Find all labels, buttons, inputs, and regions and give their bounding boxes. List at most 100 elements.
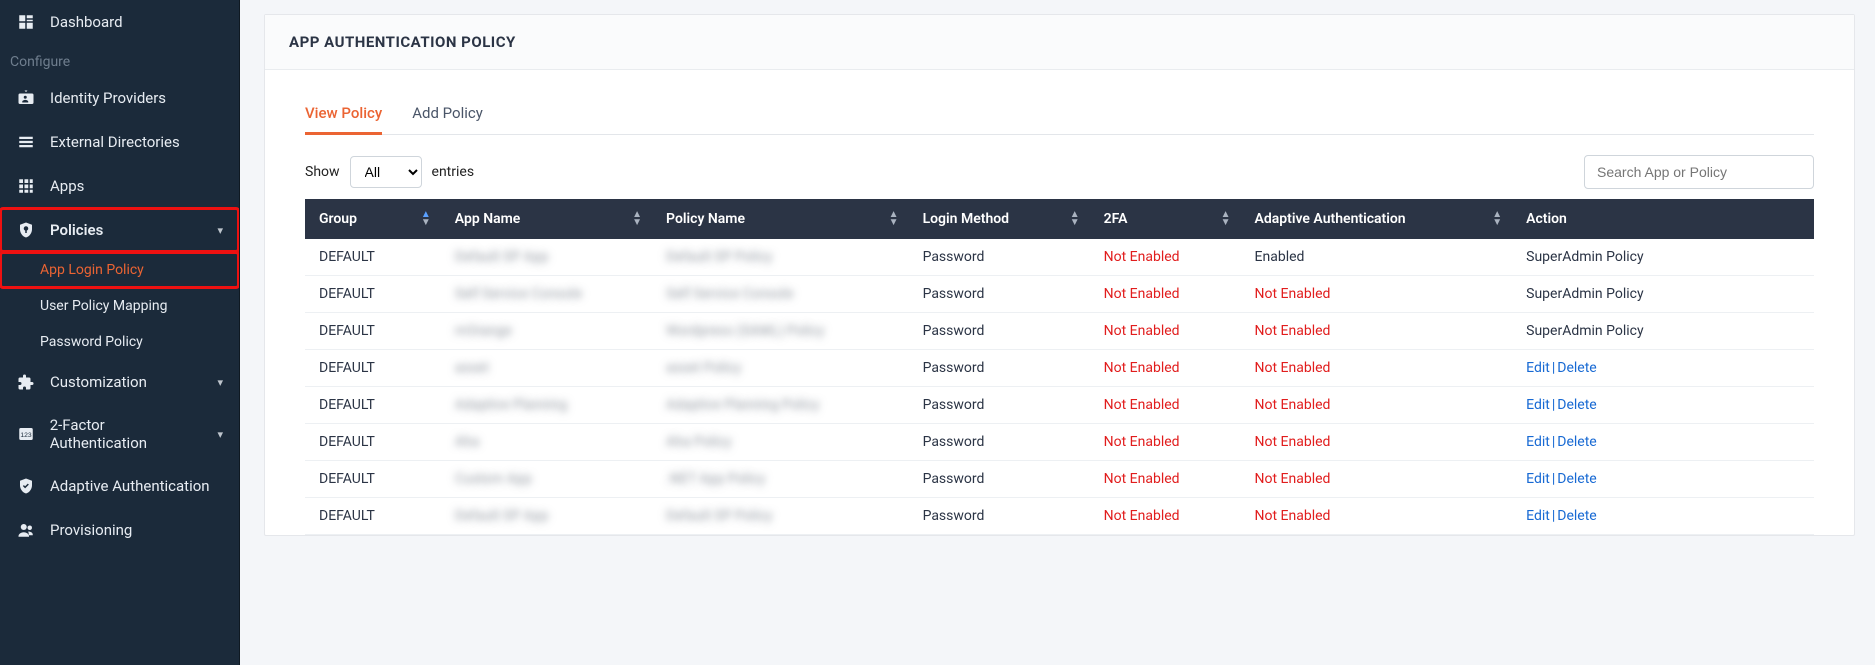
sort-icon: ▲▼ [421,211,431,227]
sidebar-item-label: Provisioning [50,521,132,539]
sidebar-item-label: Identity Providers [50,89,166,107]
cell-policy-name: .NET App Policy [652,461,909,498]
col-adaptive[interactable]: Adaptive Authentication ▲▼ [1241,199,1513,239]
search-input[interactable] [1584,155,1814,189]
sidebar-item-dashboard[interactable]: Dashboard [0,0,239,44]
policy-table-body: DEFAULTDefault SP AppDefault SP PolicyPa… [305,239,1814,535]
cell-action: Edit|Delete [1512,350,1814,387]
table-row: DEFAULTDefault SP AppDefault SP PolicyPa… [305,498,1814,535]
sidebar-item-provisioning[interactable]: Provisioning [0,508,239,552]
cell-app-name: Custom App [441,461,652,498]
cell-2fa: Not Enabled [1090,498,1241,535]
chevron-down-icon: ▾ [217,224,223,237]
cell-group: DEFAULT [305,498,441,535]
cell-policy-name: Adaptive Planning Policy [652,387,909,424]
cell-group: DEFAULT [305,424,441,461]
col-action[interactable]: Action [1512,199,1814,239]
table-row: DEFAULTmOrangeWordpress (SAML) PolicyPas… [305,313,1814,350]
cell-login-method: Password [909,461,1090,498]
cell-policy-name: Default SP Policy [652,498,909,535]
delete-link[interactable]: Delete [1557,360,1596,376]
sidebar-item-external-directories[interactable]: External Directories [0,120,239,164]
edit-link[interactable]: Edit [1526,508,1550,524]
cell-group: DEFAULT [305,239,441,276]
cell-policy-name: Wordpress (SAML) Policy [652,313,909,350]
show-label-pre: Show [305,164,340,180]
sidebar-section-configure: Configure [0,44,239,76]
tabs: View Policy Add Policy [305,96,1814,135]
cell-action: Edit|Delete [1512,387,1814,424]
cell-2fa: Not Enabled [1090,350,1241,387]
cell-action: Edit|Delete [1512,461,1814,498]
cell-2fa: Not Enabled [1090,313,1241,350]
delete-link[interactable]: Delete [1557,471,1596,487]
cell-2fa: Not Enabled [1090,461,1241,498]
sidebar-item-customization[interactable]: Customization ▾ [0,360,239,404]
cell-login-method: Password [909,239,1090,276]
edit-link[interactable]: Edit [1526,397,1550,413]
delete-link[interactable]: Delete [1557,508,1596,524]
cell-app-name: asset [441,350,652,387]
col-login-method[interactable]: Login Method ▲▼ [909,199,1090,239]
sidebar-sub-user-policy-mapping[interactable]: User Policy Mapping [0,288,239,324]
cell-action: SuperAdmin Policy [1512,276,1814,313]
delete-link[interactable]: Delete [1557,434,1596,450]
sidebar-item-label: Customization [50,373,147,391]
keypad-icon: 123 [16,424,36,444]
tab-add-policy[interactable]: Add Policy [412,96,483,134]
sidebar-item-adaptive-auth[interactable]: Adaptive Authentication [0,464,239,508]
sort-icon: ▲▼ [1070,211,1080,227]
sort-icon: ▲▼ [889,211,899,227]
cell-group: DEFAULT [305,461,441,498]
cell-app-name: Adaptive Planning [441,387,652,424]
sidebar-item-label: Policies [50,221,103,239]
table-row: DEFAULTSelf Service ConsoleSelf Service … [305,276,1814,313]
cell-app-name: mOrange [441,313,652,350]
sidebar-item-2fa[interactable]: 123 2-Factor Authentication ▾ [0,404,239,464]
sidebar: Dashboard Configure Identity Providers E… [0,0,240,665]
cell-2fa: Not Enabled [1090,424,1241,461]
policy-table: Group ▲▼ App Name ▲▼ Policy Name ▲▼ Lo [305,199,1814,535]
entries-select[interactable]: All [350,156,422,188]
cell-group: DEFAULT [305,276,441,313]
sidebar-item-policies[interactable]: Policies ▾ [0,208,239,252]
col-group[interactable]: Group ▲▼ [305,199,441,239]
edit-link[interactable]: Edit [1526,471,1550,487]
cell-adaptive: Not Enabled [1241,350,1513,387]
sidebar-item-label: 2-Factor Authentication [50,416,204,452]
delete-link[interactable]: Delete [1557,397,1596,413]
sort-icon: ▲▼ [632,211,642,227]
table-row: DEFAULTAdaptive PlanningAdaptive Plannin… [305,387,1814,424]
shield-icon [16,220,36,240]
edit-link[interactable]: Edit [1526,360,1550,376]
edit-link[interactable]: Edit [1526,434,1550,450]
sort-icon: ▲▼ [1221,211,1231,227]
cell-policy-name: Self Service Console [652,276,909,313]
id-card-icon [16,88,36,108]
cell-login-method: Password [909,276,1090,313]
tab-view-policy[interactable]: View Policy [305,96,382,135]
cell-2fa: Not Enabled [1090,276,1241,313]
cell-login-method: Password [909,424,1090,461]
dashboard-icon [16,12,36,32]
cell-action: SuperAdmin Policy [1512,239,1814,276]
col-policy-name[interactable]: Policy Name ▲▼ [652,199,909,239]
col-app-name[interactable]: App Name ▲▼ [441,199,652,239]
cell-adaptive: Not Enabled [1241,387,1513,424]
cell-login-method: Password [909,313,1090,350]
cell-app-name: Self Service Console [441,276,652,313]
cell-policy-name: Default SP Policy [652,239,909,276]
cell-action: SuperAdmin Policy [1512,313,1814,350]
cell-group: DEFAULT [305,350,441,387]
sidebar-item-apps[interactable]: Apps [0,164,239,208]
puzzle-icon [16,372,36,392]
main-content: APP AUTHENTICATION POLICY View Policy Ad… [240,0,1875,665]
cell-group: DEFAULT [305,313,441,350]
sidebar-sub-app-login-policy[interactable]: App Login Policy [0,252,239,288]
sidebar-item-identity-providers[interactable]: Identity Providers [0,76,239,120]
chevron-down-icon: ▾ [217,428,223,441]
cell-app-name: Default SP App [441,498,652,535]
cell-login-method: Password [909,498,1090,535]
sidebar-sub-password-policy[interactable]: Password Policy [0,324,239,360]
col-2fa[interactable]: 2FA ▲▼ [1090,199,1241,239]
